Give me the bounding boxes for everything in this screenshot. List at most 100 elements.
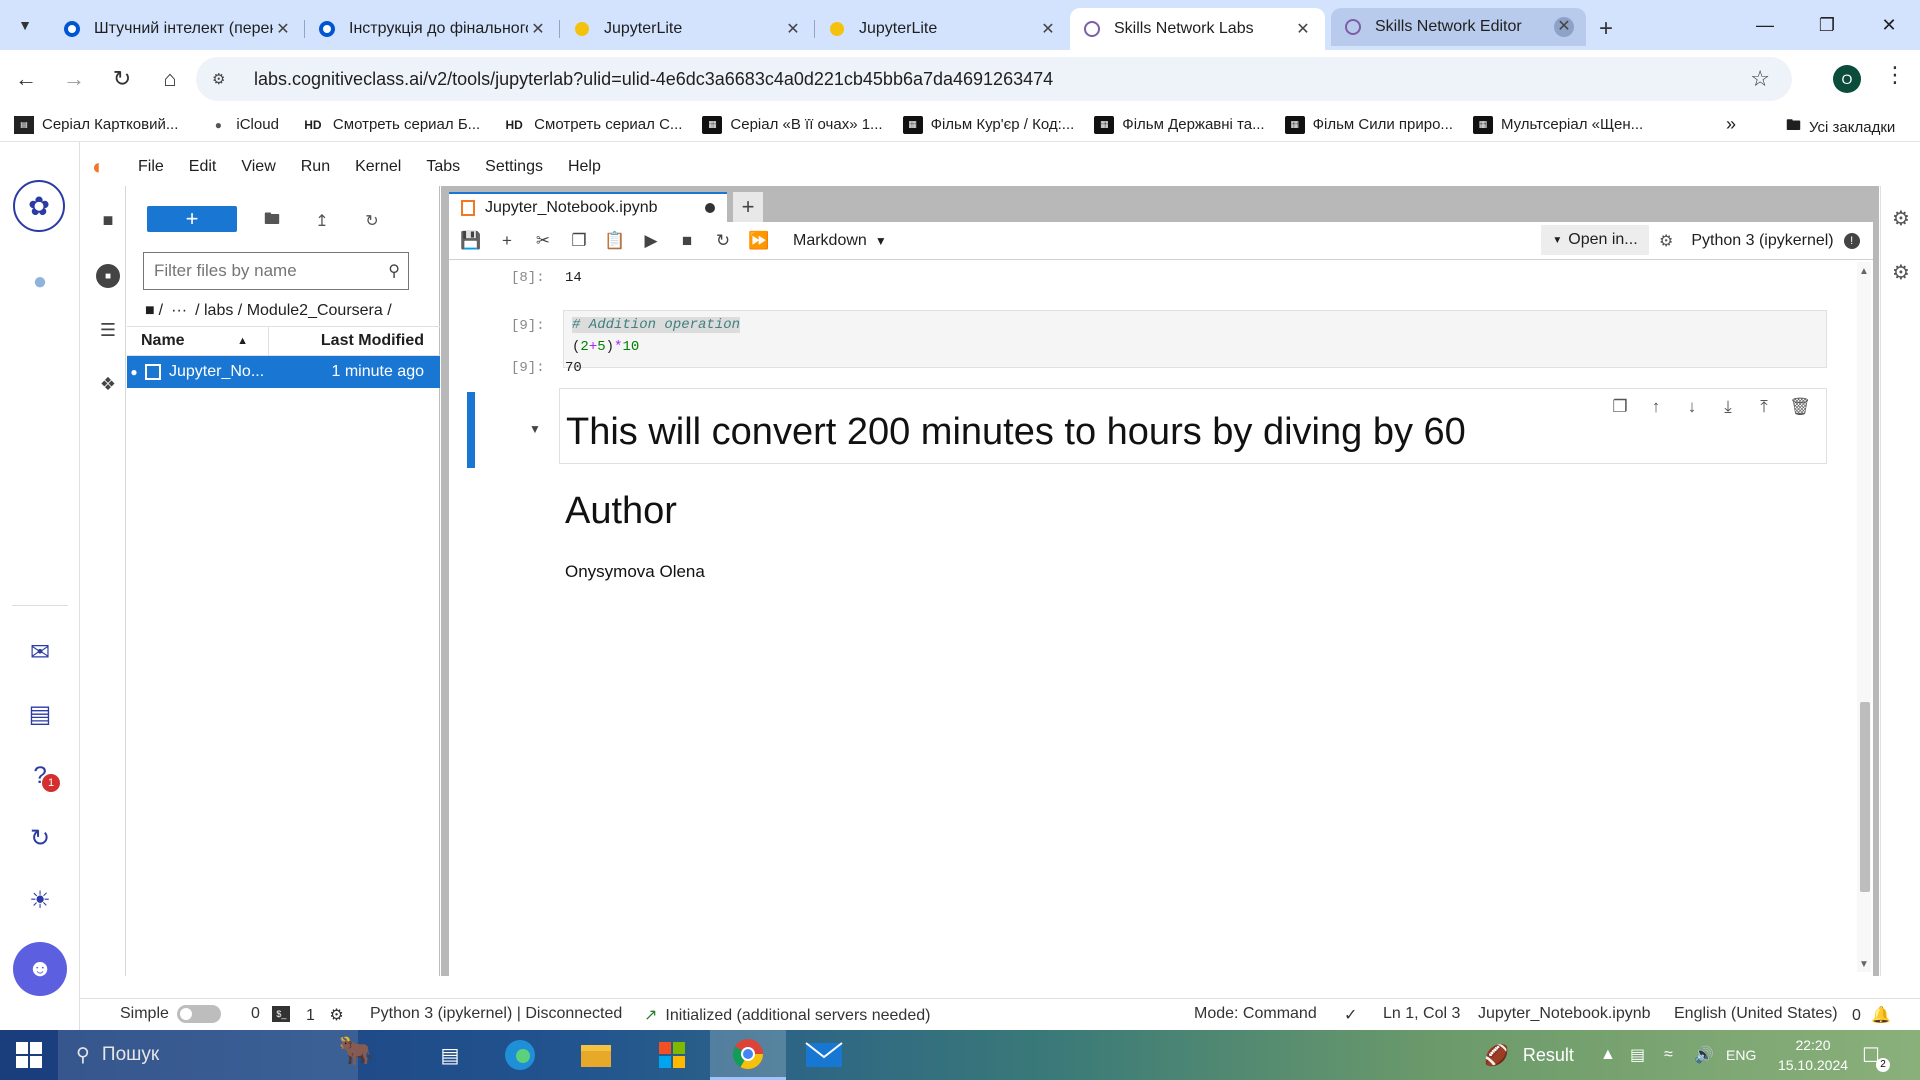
all-bookmarks-button[interactable]: 🖿 Усі закладки (1786, 115, 1895, 140)
kernel-count[interactable]: 1 ⚙ (306, 1005, 344, 1025)
close-icon[interactable]: ✕ (1293, 19, 1313, 39)
spellcheck-language[interactable]: English (United States) (1674, 1005, 1838, 1023)
network-card-icon[interactable]: ▤ (1630, 1030, 1645, 1080)
delete-cell-icon[interactable]: 🗑 (1782, 395, 1818, 419)
save-icon[interactable]: 💾 (453, 226, 489, 256)
extensions-icon[interactable]: ❖ (96, 372, 120, 396)
browser-tab-1[interactable]: Штучний інтелект (переке ✕ (50, 8, 305, 50)
task-view-icon[interactable]: ▤ (412, 1030, 488, 1080)
move-up-icon[interactable]: ↑ (1638, 395, 1674, 419)
bookmark-item[interactable]: ▦ Мультсеріал «Щен... (1472, 115, 1643, 134)
taskbar-search[interactable]: ⚲ Пошук 🐂 (58, 1030, 373, 1080)
collapse-heading-icon[interactable]: ▼ (529, 422, 541, 436)
insert-cell-icon[interactable]: + (489, 226, 525, 256)
cell-type-select[interactable]: Markdown ▼ (793, 232, 887, 250)
terminal-count[interactable]: 0 $_ (251, 1005, 291, 1023)
mail-icon[interactable] (786, 1030, 862, 1080)
breadcrumb-ellipsis[interactable]: ··· (171, 302, 187, 320)
bookmark-item[interactable]: ▤ Серіал Картковий... (14, 115, 178, 134)
minimize-icon[interactable]: — (1734, 0, 1796, 50)
skills-network-logo-icon[interactable]: ✿ (13, 180, 65, 232)
restart-icon[interactable]: ↻ (705, 226, 741, 256)
ai-assistant-icon[interactable]: ● (20, 262, 60, 302)
menu-kernel[interactable]: Kernel (355, 158, 401, 176)
bookmark-item[interactable]: ▦ Фільм Державні та... (1094, 115, 1265, 134)
site-info-icon[interactable]: ⚙ (212, 70, 232, 88)
bookmark-item[interactable]: ▦ Фільм Кур'єр / Код:... (902, 115, 1074, 134)
copy-icon[interactable]: ❐ (561, 226, 597, 256)
column-name-header[interactable]: Name ▲ (127, 326, 269, 356)
new-tab-button[interactable]: + (1586, 8, 1626, 50)
unsaved-indicator-icon[interactable] (705, 203, 715, 213)
menu-settings[interactable]: Settings (485, 158, 543, 176)
url-text[interactable]: labs.cognitiveclass.ai/v2/tools/jupyterl… (254, 69, 1053, 90)
lsp-status[interactable]: ↗ Initialized (additional servers needed) (644, 1005, 930, 1025)
bookmark-item[interactable]: HD Смотреть сериал Б... (301, 116, 480, 134)
new-launcher-button[interactable]: + (147, 206, 237, 232)
property-inspector-icon[interactable]: ⚙ (1889, 206, 1913, 230)
menu-help[interactable]: Help (568, 158, 601, 176)
instructions-icon[interactable]: ▤ (20, 694, 60, 734)
debugger-icon[interactable]: ⚙ (1659, 231, 1673, 251)
close-icon[interactable]: ✕ (528, 19, 548, 39)
home-icon[interactable]: ⌂ (148, 59, 192, 99)
inbox-icon[interactable]: ✉ (20, 632, 60, 672)
close-window-icon[interactable]: ✕ (1858, 0, 1920, 50)
menu-run[interactable]: Run (301, 158, 330, 176)
insert-above-icon[interactable]: ⤒ (1746, 395, 1782, 419)
sync-icon[interactable]: ↻ (20, 818, 60, 858)
notification-count[interactable]: 0 🔔 (1852, 1005, 1891, 1025)
cut-icon[interactable]: ✂ (525, 226, 561, 256)
kernel-selector[interactable]: ⚙ Python 3 (ipykernel) ! (1659, 222, 1860, 260)
scroll-down-icon[interactable]: ▼ (1859, 959, 1869, 970)
file-explorer-icon[interactable] (558, 1030, 634, 1080)
user-avatar-icon[interactable]: ☻ (13, 942, 67, 996)
more-bookmarks-button[interactable]: » (1726, 114, 1736, 135)
start-button[interactable] (0, 1030, 58, 1080)
toggle-switch[interactable] (176, 1005, 221, 1023)
folder-icon[interactable]: ■ (96, 208, 120, 232)
forward-icon[interactable]: → (52, 59, 96, 99)
notebook-tab[interactable]: Jupyter_Notebook.ipynb (449, 192, 727, 222)
close-icon[interactable]: ✕ (273, 19, 293, 39)
cursor-position[interactable]: Ln 1, Col 3 (1383, 1005, 1460, 1023)
edge-icon[interactable] (482, 1030, 558, 1080)
breadcrumb-root[interactable]: / (159, 302, 163, 320)
scrollbar-thumb[interactable] (1860, 702, 1870, 892)
tray-overflow-icon[interactable]: ▲ (1600, 1030, 1616, 1080)
bookmark-item[interactable]: ● iCloud (208, 116, 279, 134)
browser-tab-6[interactable]: Skills Network Editor ✕ (1331, 8, 1586, 46)
trust-icon[interactable]: ✓ (1344, 1005, 1357, 1025)
move-down-icon[interactable]: ↓ (1674, 395, 1710, 419)
refresh-icon[interactable]: ↻ (361, 210, 383, 232)
simple-mode-toggle[interactable]: Simple (120, 1005, 221, 1023)
chrome-icon[interactable] (710, 1030, 786, 1080)
debugger-icon[interactable]: ⚙ (1889, 260, 1913, 284)
bookmark-star-icon[interactable]: ☆ (1750, 66, 1770, 92)
tab-search-icon[interactable]: ▼ (0, 0, 50, 50)
profile-avatar[interactable]: O (1833, 65, 1861, 93)
bookmark-item[interactable]: ▦ Фільм Сили приро... (1284, 115, 1453, 134)
browser-tab-4[interactable]: JupyterLite ✕ (815, 8, 1070, 50)
insert-below-icon[interactable]: ⤓ (1710, 395, 1746, 419)
volume-icon[interactable]: 🔊 (1694, 1030, 1714, 1080)
new-folder-icon[interactable]: 🖿 (261, 210, 283, 232)
browser-menu-icon[interactable]: ⋮ (1884, 62, 1906, 88)
theme-icon[interactable]: ☀ (20, 880, 60, 920)
active-cell-indicator[interactable] (467, 392, 475, 468)
kernel-status[interactable]: Python 3 (ipykernel) | Disconnected (370, 1005, 622, 1023)
markdown-cell[interactable]: This will convert 200 minutes to hours b… (559, 388, 1827, 464)
add-tab-button[interactable]: + (733, 192, 763, 222)
running-kernels-icon[interactable]: ■ (96, 264, 120, 288)
menu-edit[interactable]: Edit (189, 158, 217, 176)
address-bar[interactable]: ⚙ labs.cognitiveclass.ai/v2/tools/jupyte… (196, 57, 1792, 101)
folder-icon[interactable]: ■ (145, 302, 155, 320)
menu-file[interactable]: File (138, 158, 164, 176)
breadcrumb-path[interactable]: / labs / Module2_Coursera / (195, 302, 392, 320)
reload-icon[interactable]: ↻ (100, 59, 144, 99)
notebook-scrollbar[interactable]: ▲ ▼ (1857, 262, 1871, 972)
code-cell[interactable]: # Addition operation (2+5)*10 (563, 310, 1827, 368)
back-icon[interactable]: ← (4, 59, 48, 99)
menu-tabs[interactable]: Tabs (426, 158, 460, 176)
close-icon[interactable]: ✕ (1554, 17, 1574, 37)
